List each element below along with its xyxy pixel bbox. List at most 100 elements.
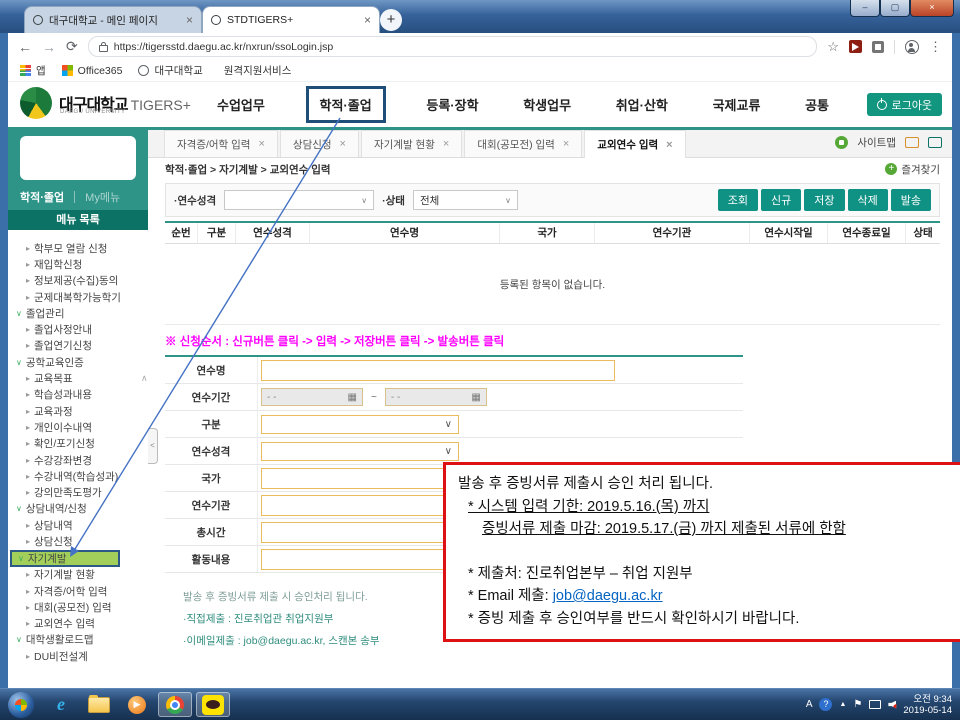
sidebar-menu-item[interactable]: ▸ 강의만족도평가 [8,484,148,500]
pdf-extension-icon[interactable] [849,40,862,53]
muted-speaker-icon[interactable]: × [888,701,896,709]
sidebar-menu-item[interactable]: ▸ 상담신청 [8,533,148,549]
category-select[interactable]: ∨ [261,415,459,434]
taskbar-mediaplayer-icon[interactable]: ▶ [120,692,154,717]
sidebar-menu-item[interactable]: ▸ 수강내역(학습성과) [8,468,148,484]
tab-close-icon[interactable]: × [364,13,371,27]
agency-input[interactable] [261,495,463,516]
global-nav-item[interactable]: 공통 [801,89,833,120]
tab-close-icon[interactable]: × [186,13,193,27]
action-button[interactable]: 저장 [804,189,844,211]
sitemap-label[interactable]: 사이트맵 [857,135,896,150]
forward-icon[interactable]: → [42,39,56,55]
help-tray-icon[interactable]: ? [819,698,832,711]
reload-icon[interactable]: ⟳ [66,38,78,55]
content-tab[interactable]: 교외연수 입력 × [584,130,685,158]
action-button[interactable]: 신규 [761,189,801,211]
browser-tab[interactable]: 대구대학교 - 메인 페이지 × [24,6,202,33]
global-nav-item[interactable]: 취업·산학 [612,89,672,120]
period-end-datepicker[interactable]: - - ▦ [385,388,487,406]
email-link[interactable]: job@daegu.ac.kr [553,588,663,604]
sidebar-menu-item[interactable]: ∨ 졸업관리 [8,305,148,321]
sidebar-menu-item[interactable]: ▸ 학부모 열람 신청 [8,240,148,256]
bookmark-item[interactable]: Office365 [62,65,123,77]
sidebar-menu-item[interactable]: ▸ 학습성과내용 [8,387,148,403]
bookmark-item[interactable]: 대구대학교 [138,63,202,78]
sidebar-menu-item[interactable]: ▸ 자격증/어학 입력 [8,583,148,599]
sidebar-collapse-handle[interactable]: < [148,428,158,464]
sidebar-tab-hakjeok[interactable]: 학적·졸업 [20,189,64,205]
activity-input[interactable] [261,549,463,570]
start-button[interactable] [8,692,34,718]
total-hours-input[interactable] [261,522,463,543]
period-start-datepicker[interactable]: - - ▦ [261,388,363,406]
action-button[interactable]: 삭제 [848,189,888,211]
sidebar-menu-item[interactable]: ▸ 자기계발 현황 [8,567,148,583]
sidebar-menu-item[interactable]: ∨ 상담내역/신청 [8,501,148,517]
close-button[interactable]: × [910,0,954,17]
sidebar-menu-item[interactable]: ▸ 군제대복학가능학기 [8,289,148,305]
content-tab-close-icon[interactable]: × [563,138,569,150]
back-icon[interactable]: ← [18,39,32,55]
sidebar-menu-item[interactable]: ▸ 확인/포기신청 [8,436,148,452]
sidebar-menu-item[interactable]: ▸ 재입학신청 [8,256,148,272]
network-icon[interactable] [869,700,881,709]
content-tab-close-icon[interactable]: × [666,139,672,151]
bookmark-item[interactable]: 앱 [20,63,46,78]
content-tab[interactable]: 자기계발 현황 × [361,130,462,157]
browser-tab[interactable]: STDTIGERS+ × [202,6,380,33]
sidebar-menu-item[interactable]: ▸ 졸업사정안내 [8,321,148,337]
sidebar-menu-item[interactable]: ▸ 대회(공모전) 입력 [8,599,148,615]
bookmark-item[interactable]: 원격지원서비스 [219,63,292,78]
country-input[interactable] [261,468,463,489]
sidebar-menu-item[interactable]: ∨ 공학교육인증 [8,354,148,370]
taskbar-kakaotalk-icon[interactable] [196,692,230,717]
popup-close-window-icon[interactable] [928,137,942,148]
sidebar-menu-item[interactable]: ▸ 교육과정 [8,403,148,419]
popup-window-icon[interactable] [905,137,919,148]
global-nav-item[interactable]: 학적·졸업 [306,86,386,123]
taskbar-explorer-icon[interactable] [82,692,116,717]
sidebar-menu-item[interactable]: ▸ 수강강좌변경 [8,452,148,468]
profile-avatar-icon[interactable] [905,40,919,54]
taskbar-ie-icon[interactable]: e [44,692,78,717]
global-nav-item[interactable]: 등록·장학 [422,89,482,120]
browser-menu-icon[interactable]: ⋮ [929,39,942,55]
sidebar-menu-item[interactable]: ∨ 자기계발 [10,550,120,567]
sidebar-menu-item[interactable]: ▸ 상담내역 [8,517,148,533]
content-tab-close-icon[interactable]: × [340,138,346,150]
sidebar-menu-item[interactable]: ▸ 교외연수 입력 [8,616,148,632]
sidebar-tab-mymenu[interactable]: My메뉴 [85,189,120,205]
content-tab[interactable]: 대회(공모전) 입력 × [464,130,582,157]
calendar-icon[interactable]: ▦ [348,392,357,403]
status-filter-select[interactable]: 전체 ∨ [413,190,518,210]
menu-scroll-up-icon[interactable]: ∧ [141,373,946,384]
sidebar-menu-item[interactable]: ▸ DU비전설계 [8,648,148,664]
taskbar-clock[interactable]: 오전 9:34 2019-05-14 [903,694,952,716]
university-logo[interactable]: 대구대학교TIGERS+ DAEGU UNIVERSITY [20,87,191,119]
global-nav-item[interactable]: 국제교류 [709,89,765,120]
nature-select[interactable]: ∨ [261,442,459,461]
extension-icon[interactable] [872,41,884,53]
calendar-icon[interactable]: ▦ [471,392,480,403]
add-favorite-link[interactable]: + 즐겨찾기 [885,162,940,177]
sidebar-menu-item[interactable]: ▸ 교육목표 [8,370,148,386]
content-tab[interactable]: 자격증/어학 입력 × [164,130,278,157]
ime-language-icon[interactable]: A [806,699,813,710]
address-bar[interactable]: https://tigersstd.daegu.ac.kr/nxrun/ssoL… [88,36,818,57]
minimize-button[interactable]: – [850,0,880,17]
maximize-button[interactable]: ▢ [880,0,910,17]
action-button[interactable]: 조회 [718,189,758,211]
tray-expand-icon[interactable]: ▲ [839,701,846,708]
training-nature-filter-select[interactable]: ∨ [224,190,374,210]
action-button[interactable]: 발송 [891,189,931,211]
sidebar-menu-item[interactable]: ▸ 정보제공(수집)동의 [8,273,148,289]
content-tab-close-icon[interactable]: × [443,138,449,150]
sidebar-menu-item[interactable]: ▸ 개인이수내역 [8,419,148,435]
global-nav-item[interactable]: 학생업무 [519,89,575,120]
taskbar-chrome-icon[interactable] [158,692,192,717]
global-nav-item[interactable]: 수업업무 [213,89,269,120]
logout-button[interactable]: 로그아웃 [867,93,942,116]
action-center-flag-icon[interactable]: ⚑ [853,699,862,710]
content-tab-close-icon[interactable]: × [258,138,264,150]
